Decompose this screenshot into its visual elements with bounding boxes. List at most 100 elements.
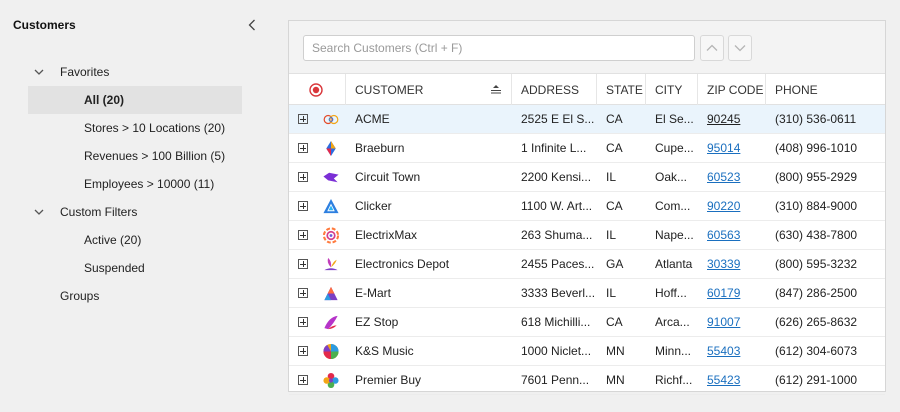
tree-group-custom-filters[interactable]: Custom Filters bbox=[0, 198, 272, 226]
cell-address: 618 Michilli... bbox=[521, 315, 591, 329]
cell-city: Com... bbox=[655, 199, 691, 213]
cell-phone: (408) 996-1010 bbox=[775, 141, 858, 155]
ks-music-logo-icon bbox=[323, 343, 339, 360]
cell-customer: Braeburn bbox=[355, 141, 405, 155]
electrixmax-logo-icon bbox=[322, 227, 340, 244]
tree-item-groups[interactable]: Groups bbox=[0, 282, 272, 310]
expand-row-icon[interactable] bbox=[298, 317, 308, 327]
emart-logo-icon bbox=[324, 286, 338, 301]
ez-stop-logo-icon bbox=[324, 315, 338, 330]
circuit-town-logo-icon bbox=[323, 172, 339, 183]
column-header-city-label: CITY bbox=[655, 82, 683, 97]
column-header-address[interactable]: ADDRESS bbox=[512, 74, 597, 105]
collapse-sidebar-button[interactable] bbox=[243, 14, 261, 36]
zip-code-link[interactable]: 60179 bbox=[707, 286, 740, 300]
tree-item-active[interactable]: Active (20) bbox=[0, 226, 272, 254]
tree-item-suspended[interactable]: Suspended bbox=[0, 254, 272, 282]
chevron-down-icon[interactable] bbox=[33, 207, 45, 217]
tree-item-stores[interactable]: Stores > 10 Locations (20) bbox=[0, 114, 272, 142]
chevron-down-icon[interactable] bbox=[33, 67, 45, 77]
table-row[interactable]: Premier Buy 7601 Penn... MN Richf... 55423 (6… bbox=[289, 366, 885, 395]
column-header-zip[interactable]: ZIP CODE bbox=[698, 74, 766, 105]
grid-toolbar bbox=[289, 21, 885, 74]
cell-address: 2200 Kensi... bbox=[521, 170, 592, 184]
cell-zip: 90220 bbox=[698, 192, 766, 220]
table-row[interactable]: K&S Music 1000 Niclet... MN Minn... 55403 (61… bbox=[289, 337, 885, 366]
column-header-city[interactable]: CITY bbox=[646, 74, 698, 105]
zip-code-link[interactable]: 90245 bbox=[707, 112, 740, 126]
cell-zip: 30339 bbox=[698, 250, 766, 278]
cell-customer: Premier Buy bbox=[355, 373, 422, 387]
table-row[interactable]: Clicker 1100 W. Art... CA Com... 90220 (310) … bbox=[289, 192, 885, 221]
zip-code-link[interactable]: 55403 bbox=[707, 344, 740, 358]
column-chooser-icon bbox=[309, 82, 323, 97]
cell-city: Arca... bbox=[655, 315, 690, 329]
expand-row-icon[interactable] bbox=[298, 143, 308, 153]
cell-state: MN bbox=[606, 344, 625, 358]
cell-city: El Se... bbox=[655, 112, 694, 126]
cell-zip: 91007 bbox=[698, 308, 766, 336]
cell-address: 263 Shuma... bbox=[521, 228, 593, 242]
column-header-state-label: STATE bbox=[606, 82, 643, 97]
cell-phone: (310) 536-0611 bbox=[775, 112, 857, 126]
sidebar-title: Customers bbox=[13, 18, 76, 32]
next-match-button[interactable] bbox=[728, 35, 752, 61]
expand-row-icon[interactable] bbox=[298, 346, 308, 356]
column-header-phone[interactable]: PHONE bbox=[766, 74, 885, 105]
expand-row-icon[interactable] bbox=[298, 114, 308, 124]
cell-customer: E-Mart bbox=[355, 286, 391, 300]
tree-item-revenues[interactable]: Revenues > 100 Billion (5) bbox=[0, 142, 272, 170]
tree-item-employees[interactable]: Employees > 10000 (11) bbox=[0, 170, 272, 198]
zip-code-link[interactable]: 60563 bbox=[707, 228, 740, 242]
cell-address: 1 Infinite L... bbox=[521, 141, 587, 155]
table-row[interactable]: ACME 2525 E El S... CA El Se... 90245 (310) 5… bbox=[289, 105, 885, 134]
column-header-address-label: ADDRESS bbox=[521, 82, 580, 97]
cell-customer: Circuit Town bbox=[355, 170, 421, 184]
expand-row-icon[interactable] bbox=[298, 288, 308, 298]
cell-address: 1000 Niclet... bbox=[521, 344, 592, 358]
table-row[interactable]: EZ Stop 618 Michilli... CA Arca... 91007 (626… bbox=[289, 308, 885, 337]
tree-group-favorites[interactable]: Favorites bbox=[0, 58, 272, 86]
tree-item-label: Custom Filters bbox=[60, 205, 138, 219]
cell-city: Nape... bbox=[655, 228, 694, 242]
zip-code-link[interactable]: 30339 bbox=[707, 257, 740, 271]
sort-ascending-icon bbox=[491, 85, 501, 94]
table-row[interactable]: Braeburn 1 Infinite L... CA Cupe... 95014 (40… bbox=[289, 134, 885, 163]
cell-zip: 95014 bbox=[698, 134, 766, 162]
zip-code-link[interactable]: 90220 bbox=[707, 199, 740, 213]
cell-phone: (626) 265-8632 bbox=[775, 315, 858, 329]
tree-item-label: All (20) bbox=[84, 93, 125, 107]
cell-zip: 60179 bbox=[698, 279, 766, 307]
cell-state: CA bbox=[606, 199, 623, 213]
column-header-menu[interactable] bbox=[289, 74, 346, 105]
table-row[interactable]: Circuit Town 2200 Kensi... IL Oak... 60523 (8… bbox=[289, 163, 885, 192]
zip-code-link[interactable]: 55423 bbox=[707, 373, 740, 387]
clicker-logo-icon bbox=[323, 198, 339, 214]
tree-item-label: Stores > 10 Locations (20) bbox=[84, 121, 226, 135]
search-input[interactable] bbox=[303, 35, 695, 61]
cell-customer: K&S Music bbox=[355, 344, 414, 358]
column-header-customer[interactable]: CUSTOMER bbox=[346, 74, 512, 105]
table-row[interactable]: Electronics Depot 2455 Paces... GA Atlanta 3… bbox=[289, 250, 885, 279]
expand-row-icon[interactable] bbox=[298, 259, 308, 269]
expand-row-icon[interactable] bbox=[298, 201, 308, 211]
zip-code-link[interactable]: 95014 bbox=[707, 141, 740, 155]
expand-row-icon[interactable] bbox=[298, 375, 308, 385]
filter-tree: Favorites All (20) Stores > 10 Locations (… bbox=[0, 58, 272, 310]
app-root: Customers Favorites All (20) Stores > 10 L… bbox=[0, 0, 900, 412]
cell-state: IL bbox=[606, 286, 617, 300]
cell-state: CA bbox=[606, 315, 623, 329]
acme-logo-icon bbox=[323, 114, 339, 125]
expand-row-icon[interactable] bbox=[298, 230, 308, 240]
table-row[interactable]: E-Mart 3333 Beverl... IL Hoff... 60179 (847) … bbox=[289, 279, 885, 308]
column-header-state[interactable]: STATE bbox=[597, 74, 646, 105]
zip-code-link[interactable]: 91007 bbox=[707, 315, 740, 329]
tree-item-all[interactable]: All (20) bbox=[28, 86, 242, 114]
previous-match-button[interactable] bbox=[700, 35, 724, 61]
cell-address: 3333 Beverl... bbox=[521, 286, 596, 300]
cell-address: 7601 Penn... bbox=[521, 373, 590, 387]
expand-row-icon[interactable] bbox=[298, 172, 308, 182]
electronics-depot-logo-icon bbox=[324, 257, 338, 271]
table-row[interactable]: ElectrixMax 263 Shuma... IL Nape... 60563 (63… bbox=[289, 221, 885, 250]
zip-code-link[interactable]: 60523 bbox=[707, 170, 740, 184]
